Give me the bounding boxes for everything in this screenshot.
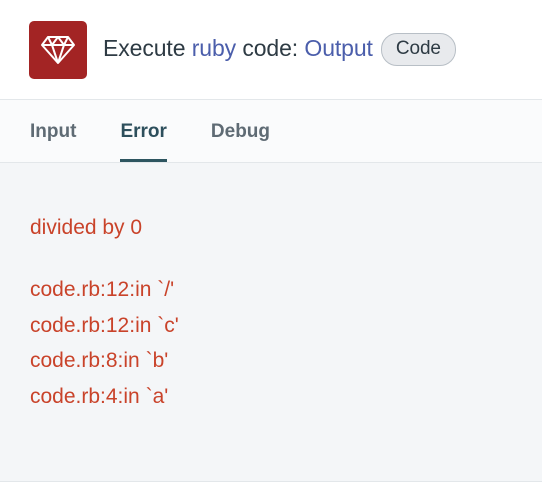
tab-debug[interactable]: Debug (211, 121, 270, 162)
ruby-gem-icon (41, 35, 75, 64)
backtrace-line: code.rb:12:in `/' (30, 278, 175, 301)
tab-error[interactable]: Error (120, 121, 168, 162)
title-middle: code: (236, 35, 305, 61)
backtrace-line: code.rb:12:in `c' (30, 313, 179, 337)
output-link[interactable]: Output (304, 35, 373, 61)
error-content: divided by 0 code.rb:12:in `/' code.rb:1… (0, 163, 542, 481)
step-output-panel: Execute ruby code: Output Code Input Erro… (0, 0, 542, 482)
tab-bar: Input Error Debug (0, 100, 542, 163)
ruby-link[interactable]: ruby (192, 35, 236, 61)
backtrace-line: code.rb:8:in `b' (30, 349, 169, 372)
tab-input[interactable]: Input (30, 121, 76, 162)
title-prefix: Execute (103, 35, 192, 61)
code-badge: Code (380, 33, 456, 66)
app-logo (29, 20, 87, 79)
backtrace: code.rb:12:in `/' code.rb:12:in `c' code… (30, 272, 512, 414)
backtrace-line: code.rb:4:in `a' (30, 384, 169, 408)
error-message: divided by 0 (30, 216, 143, 239)
step-title: Execute ruby code: Output Code (103, 33, 456, 66)
step-header: Execute ruby code: Output Code (0, 0, 542, 100)
